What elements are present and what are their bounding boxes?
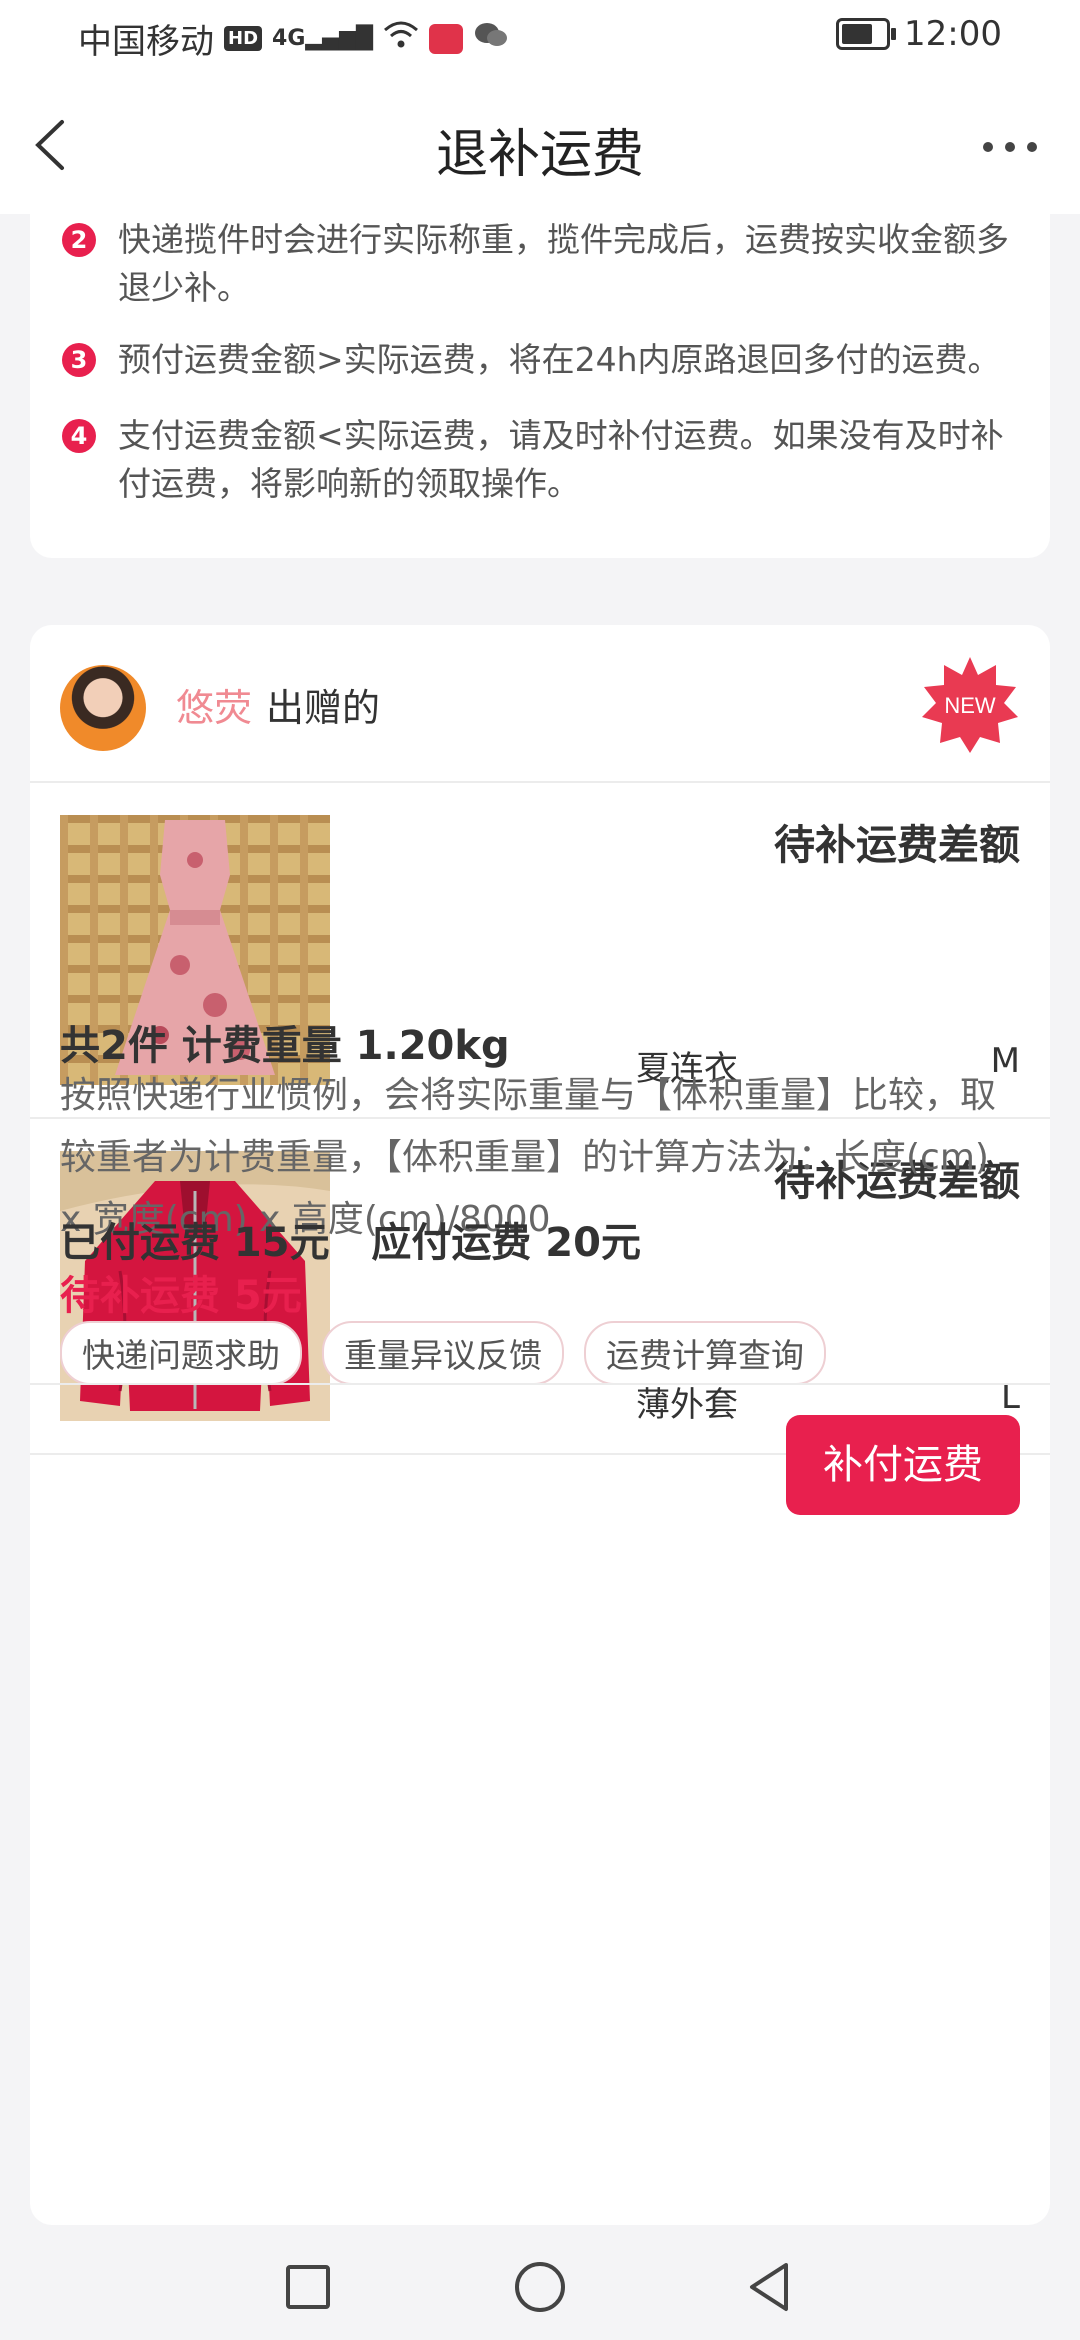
rule-item: 2 快递揽件时会进行实际称重，揽件完成后，运费按实收金额多退少补。: [62, 216, 1020, 312]
page-title: 退补运费: [435, 125, 644, 185]
help-tags: 快递问题求助 重量异议反馈 运费计算查询: [60, 1321, 826, 1385]
battery-icon: [836, 18, 897, 50]
tag-weight-dispute[interactable]: 重量异议反馈: [322, 1321, 564, 1385]
rule-text: 支付运费金额<实际运费，请及时补付运费。如果没有及时补付运费，将影响新的领取操作…: [118, 416, 1004, 503]
rule-text: 快递揽件时会进行实际称重，揽件完成后，运费按实收金额多退少补。: [118, 220, 1009, 307]
summary-title: 共2件 计费重量 1.20kg: [60, 1023, 510, 1069]
navigation-bar: 退补运费: [0, 72, 1080, 214]
rule-text: 预付运费金额>实际运费，将在24h内原路退回多付的运费。: [118, 340, 1001, 379]
more-dots-icon: [983, 142, 1037, 152]
rule-number: 3: [62, 343, 96, 377]
new-badge-label: NEW: [944, 693, 996, 718]
action-footer: 补付运费: [30, 1383, 1050, 1551]
donor-name[interactable]: 悠荧: [176, 677, 252, 732]
status-bar: 中国移动 HD 4G▂▄▆█ 12:00: [0, 0, 1080, 72]
circle-icon: [515, 2262, 565, 2312]
rule-item: 4 支付运费金额<实际运费，请及时补付运费。如果没有及时补付运费，将影响新的领取…: [62, 412, 1020, 508]
app-notification-icon: [429, 23, 464, 54]
signal-label: 4G: [272, 26, 306, 51]
item-title: 待补运费差额: [774, 821, 1020, 869]
rule-number: 2: [62, 223, 96, 257]
rule-number: 4: [62, 419, 96, 453]
triangle-back-icon: [750, 2263, 788, 2311]
system-navigation-bar: [0, 2225, 1080, 2340]
hd-badge: HD: [224, 26, 263, 51]
clock: 12:00: [904, 14, 1002, 54]
wechat-icon: [473, 19, 509, 59]
tag-fee-calc[interactable]: 运费计算查询: [584, 1321, 826, 1385]
rules-card: 2 快递揽件时会进行实际称重，揽件完成后，运费按实收金额多退少补。 3 预付运费…: [30, 214, 1050, 558]
more-button[interactable]: [980, 132, 1040, 162]
pay-shipping-button[interactable]: 补付运费: [786, 1415, 1020, 1515]
donor-header: 悠荧 出赠的 NEW: [30, 625, 1050, 783]
order-card: 悠荧 出赠的 NEW 待补运费差额 夏连衣 M 待补运费差额 薄外套 L 共2件…: [30, 625, 1050, 2225]
avatar[interactable]: [60, 665, 146, 751]
recent-apps-button[interactable]: [280, 2259, 336, 2315]
tag-express-help[interactable]: 快递问题求助: [60, 1321, 302, 1385]
status-right: 12:00: [836, 14, 1002, 54]
back-nav-button[interactable]: [742, 2259, 798, 2315]
wifi-icon: [383, 19, 419, 59]
home-button[interactable]: [512, 2259, 568, 2315]
paid-amount: 已付运费 15元 应付运费 20元: [60, 1220, 641, 1266]
carrier-name: 中国移动: [78, 22, 214, 62]
new-badge-icon: NEW: [920, 655, 1020, 755]
square-icon: [286, 2265, 330, 2309]
rule-item: 3 预付运费金额>实际运费，将在24h内原路退回多付的运费。: [62, 336, 1020, 384]
signal-icon: 4G▂▄▆█: [272, 26, 374, 51]
status-left: 中国移动 HD 4G▂▄▆█: [78, 14, 509, 63]
due-amount: 待补运费 5元: [60, 1273, 302, 1319]
donor-suffix: 出赠的: [266, 686, 381, 730]
